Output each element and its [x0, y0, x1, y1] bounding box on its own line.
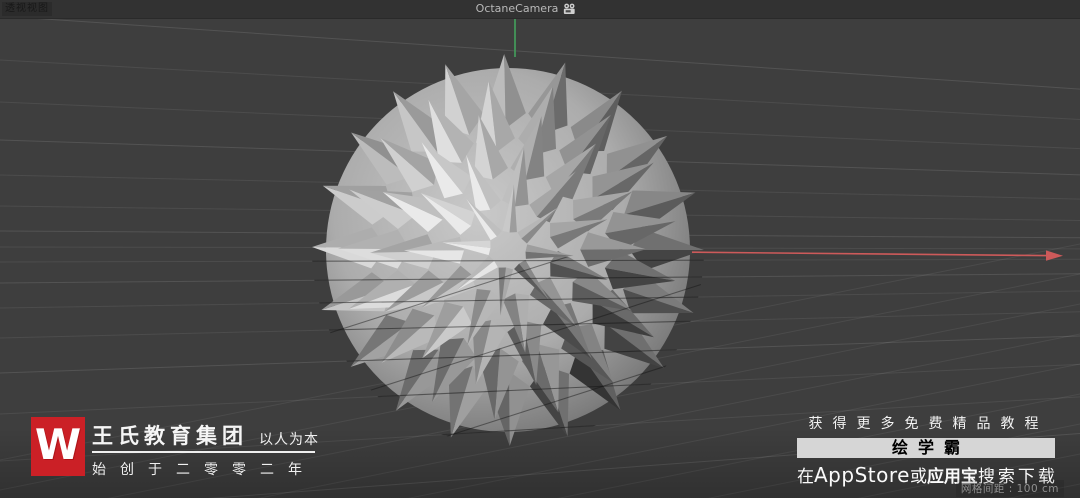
- camera-icon: [563, 3, 575, 14]
- view-mode-label[interactable]: 透视视图: [2, 2, 52, 16]
- company-name: 王氏教育集团: [92, 424, 248, 448]
- logo-letter: W: [34, 420, 82, 469]
- x-axis-red: [691, 251, 1047, 257]
- viewport-topbar: 透视视图 OctaneCamera: [0, 0, 1080, 19]
- company-logo: W: [31, 417, 85, 476]
- c4d-viewport-window: 透视视图 OctaneCamera W 王氏教育集团 以人为本 始创于二零零二年…: [0, 0, 1080, 498]
- promo-line2-prefix: 在: [797, 467, 814, 487]
- company-founded-text: 始创于二零零二年: [92, 462, 316, 478]
- company-slogan: 以人为本: [259, 432, 319, 448]
- promo-line2-or: 或: [909, 467, 927, 487]
- spiky-sphere-model[interactable]: [312, 54, 704, 446]
- camera-indicator[interactable]: OctaneCamera: [476, 2, 577, 16]
- watermark-right: 获得更多免费精品教程 绘学霸 在AppStore或应用宝搜索下载: [797, 413, 1055, 487]
- brand-name: 绘学霸: [891, 438, 970, 457]
- camera-name-label[interactable]: OctaneCamera: [476, 2, 559, 16]
- watermark-divider: [92, 451, 315, 453]
- brand-bar: 绘学霸: [797, 438, 1055, 458]
- promo-appstore-text: AppStore: [814, 463, 910, 487]
- grid-spacing-label: 网格间距 : 100 cm: [955, 480, 1064, 497]
- promo-line1: 获得更多免费精品教程: [808, 416, 1049, 432]
